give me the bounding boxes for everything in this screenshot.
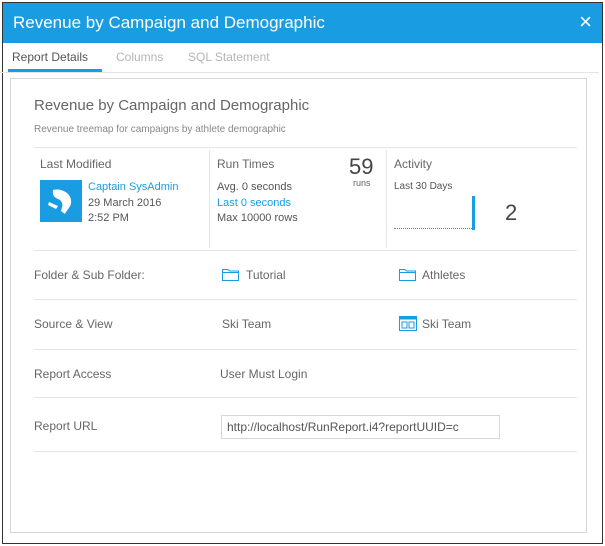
report-url-label: Report URL	[34, 419, 98, 433]
divider	[34, 250, 577, 251]
divider	[34, 451, 577, 452]
run-count-label: runs	[353, 178, 371, 188]
dialog-title: Revenue by Campaign and Demographic	[13, 13, 325, 32]
source-value: Ski Team	[222, 317, 272, 331]
activity-heading: Activity	[394, 157, 433, 171]
divider	[386, 150, 387, 248]
close-icon[interactable]: ×	[579, 9, 592, 35]
tab-report-details[interactable]: Report Details	[12, 50, 88, 64]
report-access-label: Report Access	[34, 367, 112, 381]
activity-count: 2	[505, 200, 518, 225]
modified-date: 29 March 2016	[88, 197, 162, 209]
folder-value-link[interactable]: Tutorial	[246, 268, 286, 282]
view-icon	[399, 316, 417, 331]
modified-by-user-link[interactable]: Captain SysAdmin	[88, 181, 179, 193]
divider	[209, 150, 210, 248]
source-view-label: Source & View	[34, 317, 113, 331]
sub-folder-value-link[interactable]: Athletes	[422, 268, 465, 282]
skier-avatar-icon	[40, 180, 82, 222]
folder-icon	[399, 268, 416, 281]
activity-sparkline-bar	[472, 196, 475, 230]
last-modified-heading: Last Modified	[40, 157, 112, 171]
modified-time: 2:52 PM	[88, 212, 129, 224]
divider	[34, 349, 577, 350]
divider	[34, 299, 577, 300]
run-count: 59	[349, 154, 374, 179]
tab-sql-statement[interactable]: SQL Statement	[188, 50, 270, 64]
folder-label: Folder & Sub Folder:	[34, 268, 145, 282]
report-description: Revenue treemap for campaigns by athlete…	[34, 124, 286, 135]
activity-sparkline-baseline	[394, 228, 472, 229]
tab-divider	[0, 72, 599, 73]
divider	[34, 397, 577, 398]
tab-columns[interactable]: Columns	[116, 50, 163, 64]
run-times-heading: Run Times	[217, 157, 275, 171]
avg-run-time: Avg. 0 seconds	[217, 181, 293, 193]
report-title: Revenue by Campaign and Demographic	[34, 97, 310, 114]
activity-period: Last 30 Days	[394, 181, 453, 192]
folder-icon	[222, 268, 239, 281]
title-bar: Revenue by Campaign and Demographic ×	[3, 3, 602, 43]
divider	[34, 147, 577, 148]
max-rows: Max 10000 rows	[217, 212, 298, 224]
report-access-value: User Must Login	[220, 367, 308, 381]
report-url-field[interactable]	[221, 415, 500, 439]
view-value-link[interactable]: Ski Team	[422, 317, 471, 331]
last-run-time-link[interactable]: Last 0 seconds	[217, 197, 291, 209]
